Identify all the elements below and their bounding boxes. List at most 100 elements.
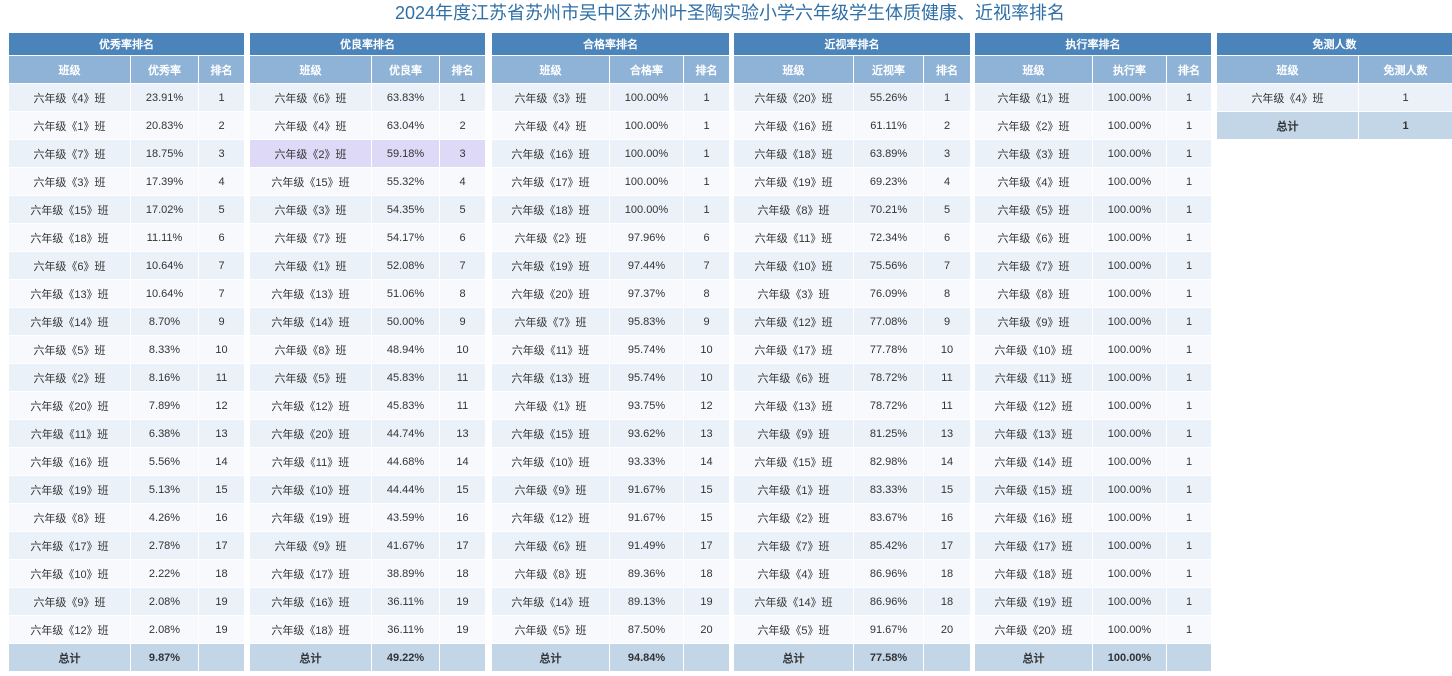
table-row[interactable]: 六年级《4》班 1 — [1216, 83, 1452, 112]
table-row[interactable]: 六年级《7》班 95.83% 9 — [491, 307, 731, 336]
table-row[interactable]: 六年级《8》班 100.00% 1 — [974, 279, 1213, 308]
column-header[interactable]: 免测人数 — [1358, 55, 1452, 84]
table-row[interactable]: 六年级《9》班 100.00% 1 — [974, 307, 1213, 336]
table-row[interactable]: 六年级《15》班 93.62% 13 — [491, 419, 731, 448]
table-row[interactable]: 六年级《18》班 100.00% 1 — [974, 559, 1213, 588]
table-row[interactable]: 六年级《12》班 77.08% 9 — [733, 307, 972, 336]
table-row[interactable]: 六年级《15》班 55.32% 4 — [249, 167, 487, 196]
table-row[interactable]: 六年级《12》班 2.08% 19 — [8, 615, 246, 644]
table-row[interactable]: 六年级《4》班 86.96% 18 — [733, 559, 972, 588]
table-row[interactable]: 六年级《19》班 100.00% 1 — [974, 587, 1213, 616]
table-row[interactable]: 六年级《2》班 97.96% 6 — [491, 223, 731, 252]
table-row[interactable]: 六年级《2》班 100.00% 1 — [974, 111, 1213, 140]
table-row[interactable]: 六年级《16》班 100.00% 1 — [491, 139, 731, 168]
table-row[interactable]: 六年级《4》班 23.91% 1 — [8, 83, 246, 112]
table-row[interactable]: 六年级《13》班 10.64% 7 — [8, 279, 246, 308]
table-row[interactable]: 六年级《13》班 78.72% 11 — [733, 391, 972, 420]
table-row[interactable]: 六年级《16》班 5.56% 14 — [8, 447, 246, 476]
table-row[interactable]: 六年级《18》班 63.89% 3 — [733, 139, 972, 168]
table-row[interactable]: 六年级《3》班 54.35% 5 — [249, 195, 487, 224]
table-row[interactable]: 六年级《9》班 91.67% 15 — [491, 475, 731, 504]
table-row[interactable]: 六年级《17》班 77.78% 10 — [733, 335, 972, 364]
table-row[interactable]: 六年级《11》班 100.00% 1 — [974, 363, 1213, 392]
table-row[interactable]: 六年级《16》班 61.11% 2 — [733, 111, 972, 140]
column-header[interactable]: 班级 — [249, 55, 372, 84]
table-row[interactable]: 六年级《1》班 83.33% 15 — [733, 475, 972, 504]
table-row[interactable]: 六年级《10》班 100.00% 1 — [974, 335, 1213, 364]
table-row[interactable]: 六年级《5》班 45.83% 11 — [249, 363, 487, 392]
table-row[interactable]: 六年级《9》班 41.67% 17 — [249, 531, 487, 560]
column-header[interactable]: 班级 — [8, 55, 131, 84]
column-header[interactable]: 班级 — [491, 55, 610, 84]
column-header[interactable]: 合格率 — [609, 55, 684, 84]
column-header[interactable]: 班级 — [974, 55, 1093, 84]
column-header[interactable]: 排名 — [438, 55, 487, 84]
table-row[interactable]: 六年级《15》班 82.98% 14 — [733, 447, 972, 476]
table-row[interactable]: 六年级《7》班 18.75% 3 — [8, 139, 246, 168]
column-header[interactable]: 排名 — [922, 55, 972, 84]
table-row[interactable]: 六年级《20》班 44.74% 13 — [249, 419, 487, 448]
table-row[interactable]: 六年级《6》班 63.83% 1 — [249, 83, 487, 112]
table-row[interactable]: 六年级《20》班 7.89% 12 — [8, 391, 246, 420]
table-row[interactable]: 六年级《10》班 75.56% 7 — [733, 251, 972, 280]
table-row[interactable]: 六年级《5》班 100.00% 1 — [974, 195, 1213, 224]
table-row[interactable]: 六年级《9》班 2.08% 19 — [8, 587, 246, 616]
table-row[interactable]: 六年级《15》班 100.00% 1 — [974, 475, 1213, 504]
table-row[interactable]: 六年级《8》班 89.36% 18 — [491, 559, 731, 588]
table-row[interactable]: 六年级《1》班 93.75% 12 — [491, 391, 731, 420]
table-row[interactable]: 六年级《10》班 44.44% 15 — [249, 475, 487, 504]
table-row[interactable]: 六年级《11》班 95.74% 10 — [491, 335, 731, 364]
table-row[interactable]: 六年级《9》班 81.25% 13 — [733, 419, 972, 448]
table-row[interactable]: 六年级《19》班 5.13% 15 — [8, 475, 246, 504]
table-row[interactable]: 六年级《18》班 36.11% 19 — [249, 615, 487, 644]
table-row[interactable]: 六年级《10》班 93.33% 14 — [491, 447, 731, 476]
table-row[interactable]: 六年级《20》班 55.26% 1 — [733, 83, 972, 112]
table-row[interactable]: 六年级《6》班 78.72% 11 — [733, 363, 972, 392]
table-row[interactable]: 六年级《17》班 100.00% 1 — [974, 531, 1213, 560]
table-row[interactable]: 六年级《13》班 95.74% 10 — [491, 363, 731, 392]
table-row[interactable]: 六年级《19》班 43.59% 16 — [249, 503, 487, 532]
table-row[interactable]: 六年级《5》班 91.67% 20 — [733, 615, 972, 644]
table-row[interactable]: 六年级《8》班 70.21% 5 — [733, 195, 972, 224]
table-row[interactable]: 六年级《20》班 100.00% 1 — [974, 615, 1213, 644]
table-row[interactable]: 六年级《12》班 45.83% 11 — [249, 391, 487, 420]
table-row[interactable]: 六年级《2》班 59.18% 3 — [249, 139, 487, 168]
table-row[interactable]: 六年级《18》班 11.11% 6 — [8, 223, 246, 252]
table-row[interactable]: 六年级《3》班 17.39% 4 — [8, 167, 246, 196]
column-header[interactable]: 排名 — [1165, 55, 1213, 84]
table-row[interactable]: 六年级《12》班 100.00% 1 — [974, 391, 1213, 420]
table-row[interactable]: 六年级《11》班 72.34% 6 — [733, 223, 972, 252]
table-row[interactable]: 六年级《11》班 44.68% 14 — [249, 447, 487, 476]
table-row[interactable]: 六年级《3》班 100.00% 1 — [974, 139, 1213, 168]
table-row[interactable]: 六年级《4》班 100.00% 1 — [491, 111, 731, 140]
table-row[interactable]: 六年级《16》班 100.00% 1 — [974, 503, 1213, 532]
column-header[interactable]: 班级 — [733, 55, 854, 84]
table-row[interactable]: 六年级《14》班 50.00% 9 — [249, 307, 487, 336]
table-row[interactable]: 六年级《17》班 100.00% 1 — [491, 167, 731, 196]
table-row[interactable]: 六年级《10》班 2.22% 18 — [8, 559, 246, 588]
table-row[interactable]: 六年级《2》班 8.16% 11 — [8, 363, 246, 392]
table-row[interactable]: 六年级《15》班 17.02% 5 — [8, 195, 246, 224]
table-row[interactable]: 六年级《4》班 63.04% 2 — [249, 111, 487, 140]
table-row[interactable]: 六年级《14》班 86.96% 18 — [733, 587, 972, 616]
table-row[interactable]: 六年级《20》班 97.37% 8 — [491, 279, 731, 308]
table-row[interactable]: 六年级《17》班 38.89% 18 — [249, 559, 487, 588]
table-row[interactable]: 六年级《1》班 52.08% 7 — [249, 251, 487, 280]
table-row[interactable]: 六年级《4》班 100.00% 1 — [974, 167, 1213, 196]
table-row[interactable]: 六年级《7》班 85.42% 17 — [733, 531, 972, 560]
table-row[interactable]: 六年级《13》班 51.06% 8 — [249, 279, 487, 308]
table-row[interactable]: 六年级《5》班 8.33% 10 — [8, 335, 246, 364]
table-row[interactable]: 六年级《19》班 69.23% 4 — [733, 167, 972, 196]
table-row[interactable]: 六年级《1》班 100.00% 1 — [974, 83, 1213, 112]
table-row[interactable]: 六年级《17》班 2.78% 17 — [8, 531, 246, 560]
table-row[interactable]: 六年级《7》班 54.17% 6 — [249, 223, 487, 252]
column-header[interactable]: 优良率 — [371, 55, 440, 84]
table-row[interactable]: 六年级《1》班 20.83% 2 — [8, 111, 246, 140]
table-row[interactable]: 六年级《11》班 6.38% 13 — [8, 419, 246, 448]
table-row[interactable]: 六年级《3》班 76.09% 8 — [733, 279, 972, 308]
table-row[interactable]: 六年级《16》班 36.11% 19 — [249, 587, 487, 616]
table-row[interactable]: 六年级《12》班 91.67% 15 — [491, 503, 731, 532]
table-row[interactable]: 六年级《8》班 48.94% 10 — [249, 335, 487, 364]
table-row[interactable]: 六年级《19》班 97.44% 7 — [491, 251, 731, 280]
column-header[interactable]: 排名 — [682, 55, 731, 84]
